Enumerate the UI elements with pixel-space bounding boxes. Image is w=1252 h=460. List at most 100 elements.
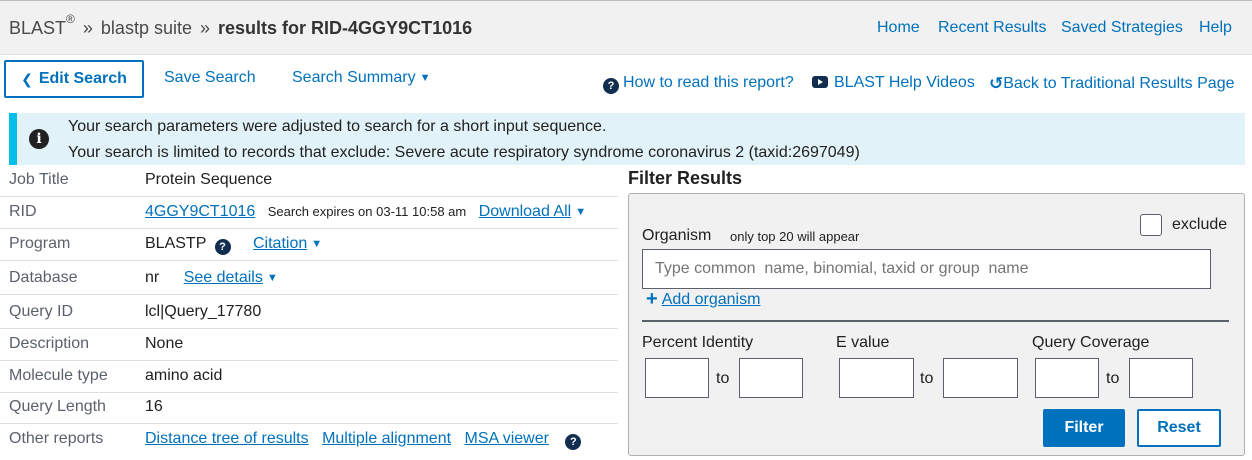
chevron-down-icon: ▼ xyxy=(575,206,587,218)
organism-note: only top 20 will appear xyxy=(730,229,860,244)
e-value-max-input[interactable] xyxy=(943,358,1018,398)
other-reports-group: Distance tree of results Multiple alignm… xyxy=(145,430,585,450)
query-coverage-max-input[interactable] xyxy=(1129,358,1193,398)
divider xyxy=(642,320,1229,322)
percent-identity-label: Percent Identity xyxy=(642,334,754,351)
detail-label: Description xyxy=(9,335,90,352)
chevron-down-icon: ▼ xyxy=(419,72,431,84)
how-to-read-link[interactable]: ? How to read this report? xyxy=(603,74,794,94)
breadcrumb-separator: » xyxy=(82,18,93,38)
msa-viewer-link[interactable]: MSA viewer xyxy=(464,430,548,447)
search-expires-text: Search expires on 03-11 10:58 am xyxy=(267,204,467,219)
undo-arrow-icon: ↺ xyxy=(989,74,1004,93)
distance-tree-link[interactable]: Distance tree of results xyxy=(145,430,309,447)
how-to-read-label: How to read this report? xyxy=(623,74,794,91)
detail-row-query-length: Query Length 16 xyxy=(0,392,618,424)
detail-row-program: Program BLASTP ? Citation ▼ xyxy=(0,229,618,261)
detail-label: Query ID xyxy=(9,303,74,320)
info-icon: i xyxy=(29,129,49,149)
search-summary-link[interactable]: Search Summary ▼ xyxy=(292,69,430,87)
breadcrumb-blast[interactable]: BLAST xyxy=(9,18,66,38)
question-circle-icon[interactable]: ? xyxy=(565,434,582,450)
chevron-down-icon: ▼ xyxy=(311,238,323,250)
question-circle-icon[interactable]: ? xyxy=(214,239,231,255)
reset-button[interactable]: Reset xyxy=(1137,409,1221,447)
chevron-left-icon: ❮ xyxy=(21,70,33,87)
organism-label: Organism xyxy=(642,227,712,244)
chevron-down-icon: ▼ xyxy=(266,272,278,284)
breadcrumb-results: results for RID-4GGY9CT1016 xyxy=(218,18,473,38)
to-label: to xyxy=(920,370,934,387)
program-value-group: BLASTP ? Citation ▼ xyxy=(145,235,322,255)
top-bar: BLAST® » blastp suite » results for RID-… xyxy=(0,0,1252,55)
breadcrumb-suite[interactable]: blastp suite xyxy=(101,18,192,38)
citation-label: Citation xyxy=(252,235,308,252)
detail-row-molecule-type: Molecule type amino acid xyxy=(0,361,618,393)
help-videos-link[interactable]: BLAST Help Videos xyxy=(812,74,975,92)
percent-identity-min-input[interactable] xyxy=(645,358,709,398)
detail-row-description: Description None xyxy=(0,329,618,361)
see-details-link[interactable]: See details ▼ xyxy=(184,269,278,286)
filter-panel: Organism only top 20 will appear exclude… xyxy=(628,193,1245,456)
database-value-group: nr See details ▼ xyxy=(145,269,278,287)
detail-label: Program xyxy=(9,235,71,252)
breadcrumb: BLAST® » blastp suite » results for RID-… xyxy=(9,12,473,39)
query-coverage-min-input[interactable] xyxy=(1035,358,1099,398)
to-label: to xyxy=(716,370,730,387)
citation-link[interactable]: Citation ▼ xyxy=(253,235,322,252)
query-coverage-label: Query Coverage xyxy=(1032,334,1150,351)
filter-button[interactable]: Filter xyxy=(1043,409,1125,447)
nav-recent-results[interactable]: Recent Results xyxy=(938,19,1047,37)
nav-saved-strategies[interactable]: Saved Strategies xyxy=(1061,19,1183,37)
edit-search-button[interactable]: ❮ Edit Search xyxy=(4,60,144,98)
banner-line-2: Your search is limited to records that e… xyxy=(68,144,860,161)
detail-value: lcl|Query_17780 xyxy=(145,303,262,320)
detail-value: 16 xyxy=(145,398,163,415)
database-value: nr xyxy=(145,269,160,286)
add-organism-link[interactable]: + Add organism xyxy=(646,288,760,311)
detail-label: Other reports xyxy=(9,430,104,447)
nav-home[interactable]: Home xyxy=(877,19,920,37)
exclude-label: exclude xyxy=(1172,216,1228,233)
detail-row-job-title: Job Title Protein Sequence xyxy=(0,165,618,197)
back-traditional-label: Back to Traditional Results Page xyxy=(1003,75,1235,92)
detail-label: RID xyxy=(9,203,37,220)
info-banner: i Your search parameters were adjusted t… xyxy=(9,113,1245,165)
back-traditional-link[interactable]: ↺Back to Traditional Results Page xyxy=(989,74,1234,94)
exclude-checkbox[interactable] xyxy=(1140,214,1162,236)
organism-input[interactable] xyxy=(642,249,1211,289)
detail-label: Job Title xyxy=(9,171,69,188)
plus-icon: + xyxy=(646,288,658,310)
rid-link[interactable]: 4GGY9CT1016 xyxy=(145,203,255,220)
detail-value: None xyxy=(145,335,184,352)
download-all-label: Download All xyxy=(478,203,572,220)
question-circle-icon: ? xyxy=(603,78,619,94)
video-play-icon xyxy=(812,76,828,88)
edit-search-label: Edit Search xyxy=(38,70,127,87)
e-value-label: E value xyxy=(836,334,890,351)
percent-identity-max-input[interactable] xyxy=(739,358,803,398)
detail-value: amino acid xyxy=(145,367,223,384)
detail-row-other-reports: Other reports Distance tree of results M… xyxy=(0,424,618,456)
detail-label: Database xyxy=(9,269,78,286)
help-videos-label: BLAST Help Videos xyxy=(834,74,975,91)
save-search-link[interactable]: Save Search xyxy=(164,69,256,87)
nav-help[interactable]: Help xyxy=(1199,19,1232,37)
to-label: to xyxy=(1106,370,1120,387)
detail-label: Query Length xyxy=(9,398,106,415)
breadcrumb-separator: » xyxy=(200,18,211,38)
detail-value: Protein Sequence xyxy=(145,171,273,188)
program-value: BLASTP xyxy=(145,235,207,252)
e-value-min-input[interactable] xyxy=(839,358,914,398)
search-summary-label: Search Summary xyxy=(292,69,416,86)
add-organism-label: Add organism xyxy=(661,291,761,308)
filter-results-title: Filter Results xyxy=(628,168,743,188)
see-details-label: See details xyxy=(183,269,263,286)
rid-value-group: 4GGY9CT1016 Search expires on 03-11 10:5… xyxy=(145,203,586,221)
detail-row-rid: RID 4GGY9CT1016 Search expires on 03-11 … xyxy=(0,197,618,229)
download-all-link[interactable]: Download All ▼ xyxy=(479,203,586,220)
detail-row-database: Database nr See details ▼ xyxy=(0,263,618,295)
banner-line-1: Your search parameters were adjusted to … xyxy=(68,118,607,135)
detail-row-query-id: Query ID lcl|Query_17780 xyxy=(0,297,618,329)
multiple-alignment-link[interactable]: Multiple alignment xyxy=(322,430,451,447)
